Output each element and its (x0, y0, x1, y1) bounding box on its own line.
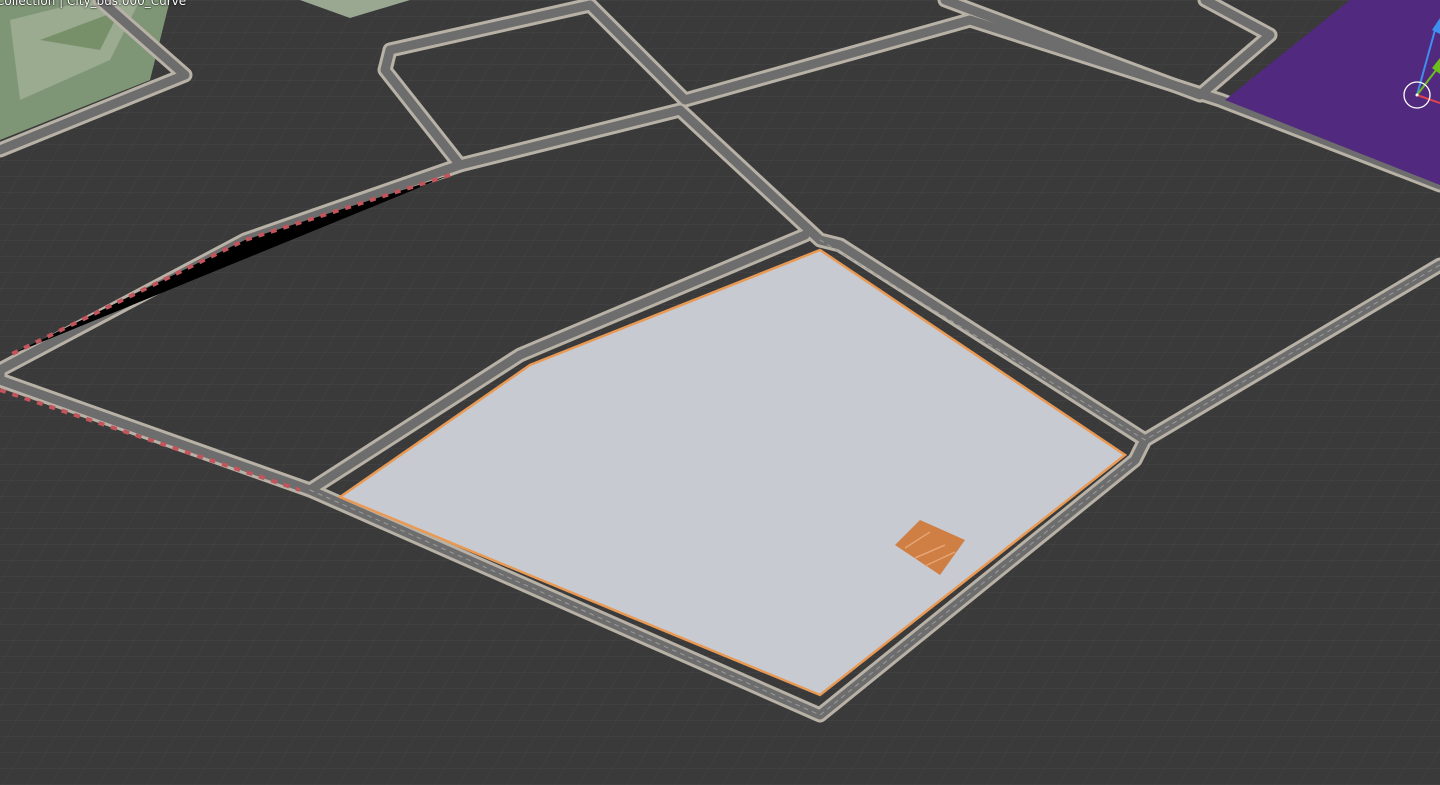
active-object-label: Collection | City_bus.000_Curve (0, 0, 187, 8)
3d-viewport[interactable]: Collection | City_bus.000_Curve (0, 0, 1440, 785)
scene-canvas[interactable] (0, 0, 1440, 785)
